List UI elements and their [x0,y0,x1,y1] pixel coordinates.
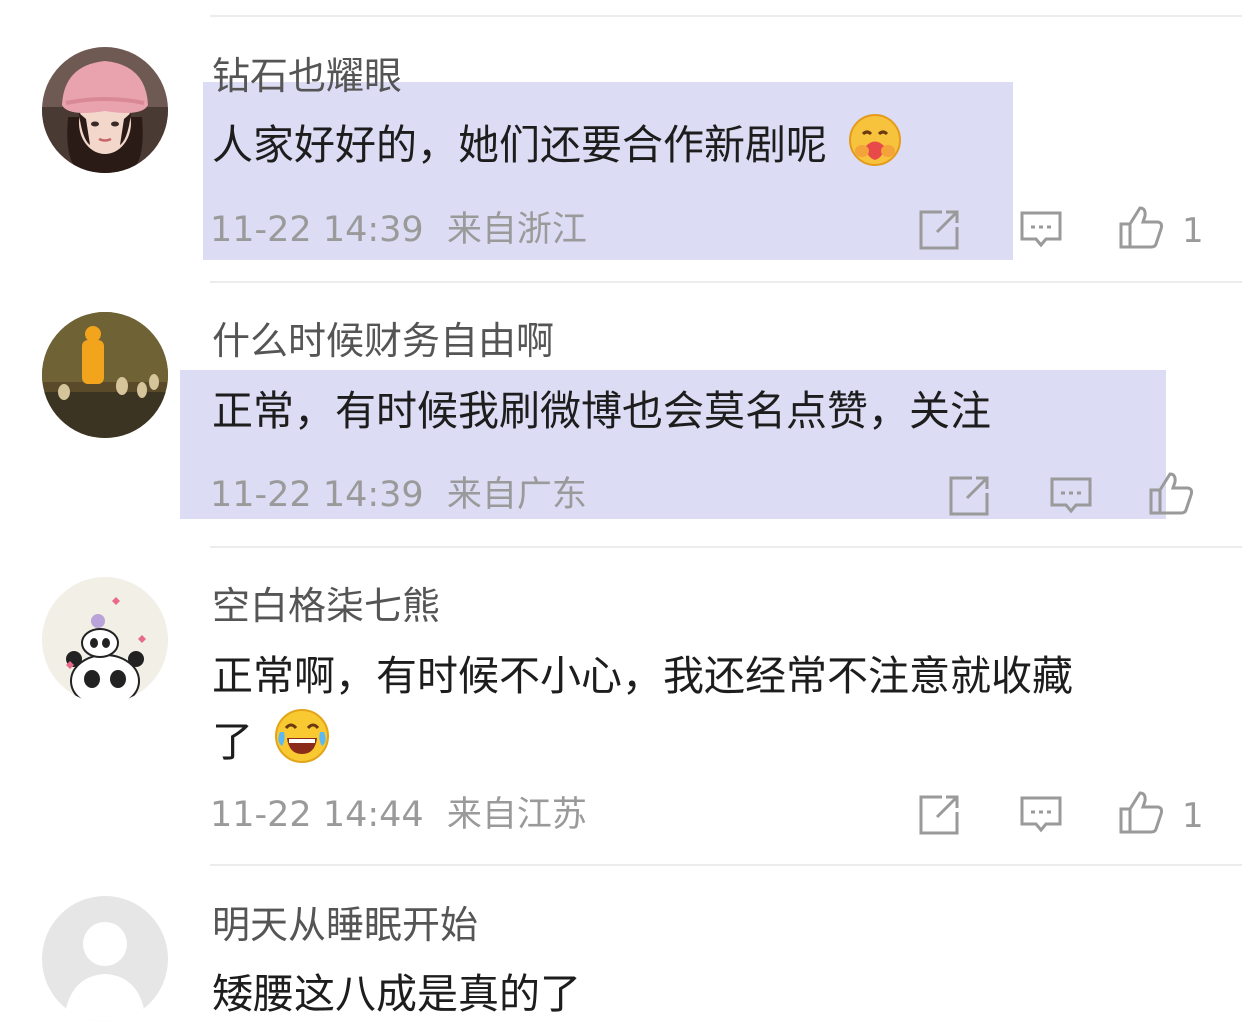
divider [210,546,1242,548]
comment-icon[interactable] [1018,207,1064,253]
comment-username[interactable]: 明天从睡眠开始 [212,902,478,948]
comment-text: 矮腰这八成是真的了 [212,970,581,1018]
avatar[interactable] [42,312,168,438]
hugging-face-emoji [848,113,902,185]
comment-location: 来自广东 [446,475,587,515]
comment-username[interactable]: 空白格柒七熊 [212,583,440,629]
like-icon[interactable] [1148,470,1194,516]
comment-location: 来自江苏 [446,795,587,835]
divider [210,281,1242,283]
comment-text: 正常啊，有时候不小心，我还经常不注意就收藏 了 [212,644,1212,782]
comment-text-line: 了 [212,708,1212,782]
avatar[interactable] [42,896,168,1022]
comment-text-line: 正常啊，有时候不小心，我还经常不注意就收藏 [212,652,1073,700]
comment-icon[interactable] [1048,473,1094,519]
avatar[interactable] [42,577,168,703]
comment-text-body: 人家好好的，她们还要合作新剧呢 [212,121,827,169]
like-icon[interactable] [1118,204,1164,250]
share-icon[interactable] [946,473,992,519]
comment-text: 正常，有时候我刷微博也会莫名点赞，关注 [212,387,991,435]
comment-meta: 11-22 14:44 来自江苏 [210,794,587,836]
divider [210,864,1242,866]
share-icon[interactable] [916,792,962,838]
like-count: 1 [1182,796,1204,836]
comment-username[interactable]: 钻石也耀眼 [212,53,402,99]
like-count: 1 [1182,211,1204,251]
like-icon[interactable] [1118,789,1164,835]
share-icon[interactable] [916,207,962,253]
comment-time: 11-22 14:39 [210,475,424,515]
avatar[interactable] [42,47,168,173]
comment-time: 11-22 14:39 [210,210,424,250]
comment-text-body: 了 [212,718,253,766]
comment-username[interactable]: 什么时候财务自由啊 [212,318,554,364]
laughing-tears-emoji [274,708,330,782]
comment-meta: 11-22 14:39 来自浙江 [210,209,587,251]
comment-location: 来自浙江 [446,210,587,250]
comment-icon[interactable] [1018,792,1064,838]
comment-meta: 11-22 14:39 来自广东 [210,474,587,516]
comment-time: 11-22 14:44 [210,795,424,835]
comment-text: 人家好好的，她们还要合作新剧呢 [212,113,902,185]
divider [210,15,1242,17]
